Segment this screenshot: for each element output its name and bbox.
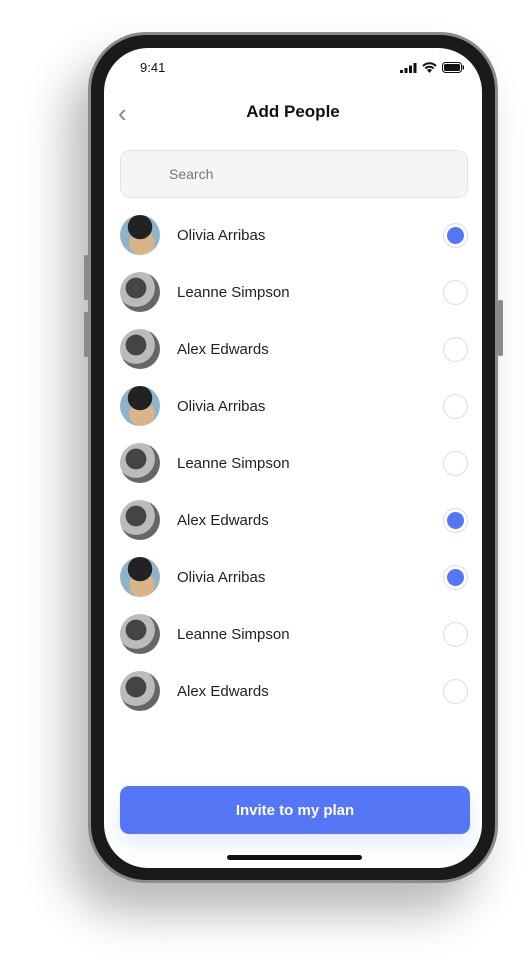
select-radio[interactable] — [443, 450, 468, 476]
person-row[interactable]: Leanne Simpson — [120, 441, 468, 485]
select-radio[interactable] — [443, 279, 468, 305]
signal-icon — [400, 62, 417, 73]
avatar — [120, 215, 160, 255]
person-name: Olivia Arribas — [177, 568, 266, 586]
person-name: Leanne Simpson — [177, 454, 290, 472]
avatar — [120, 443, 160, 483]
wifi-icon — [422, 62, 437, 73]
person-row[interactable]: Leanne Simpson — [120, 612, 468, 656]
person-row[interactable]: Olivia Arribas — [120, 384, 468, 428]
person-name: Alex Edwards — [177, 682, 269, 700]
status-time: 9:41 — [140, 60, 166, 75]
volume-down-button — [84, 312, 89, 357]
person-row[interactable]: Alex Edwards — [120, 669, 468, 713]
page-title: Add People — [246, 102, 340, 121]
person-row[interactable]: Leanne Simpson — [120, 270, 468, 314]
avatar — [120, 500, 160, 540]
search-input[interactable] — [120, 150, 468, 198]
avatar — [120, 329, 160, 369]
person-row[interactable]: Alex Edwards — [120, 327, 468, 371]
avatar — [120, 671, 160, 711]
person-name: Alex Edwards — [177, 511, 269, 529]
select-radio[interactable] — [443, 621, 468, 647]
status-icons — [400, 62, 464, 73]
select-radio[interactable] — [443, 564, 468, 590]
invite-button[interactable]: Invite to my plan — [120, 786, 470, 834]
select-radio[interactable] — [443, 336, 468, 362]
avatar — [120, 272, 160, 312]
person-row[interactable]: Alex Edwards — [120, 498, 468, 542]
avatar — [120, 557, 160, 597]
person-row[interactable]: Olivia Arribas — [120, 213, 468, 257]
person-name: Alex Edwards — [177, 340, 269, 358]
person-name: Leanne Simpson — [177, 625, 290, 643]
person-name: Leanne Simpson — [177, 283, 290, 301]
select-radio[interactable] — [443, 393, 468, 419]
person-name: Olivia Arribas — [177, 226, 266, 244]
power-button — [498, 300, 503, 356]
home-indicator — [227, 855, 362, 860]
person-row[interactable]: Olivia Arribas — [120, 555, 468, 599]
avatar — [120, 614, 160, 654]
volume-up-button — [84, 255, 89, 300]
select-radio[interactable] — [443, 222, 468, 248]
select-radio[interactable] — [443, 678, 468, 704]
avatar — [120, 386, 160, 426]
select-radio[interactable] — [443, 507, 468, 533]
screen: 9:41 ‹ Add People Olivia Arribas Leanne … — [104, 48, 482, 868]
person-name: Olivia Arribas — [177, 397, 266, 415]
battery-icon — [442, 62, 464, 73]
